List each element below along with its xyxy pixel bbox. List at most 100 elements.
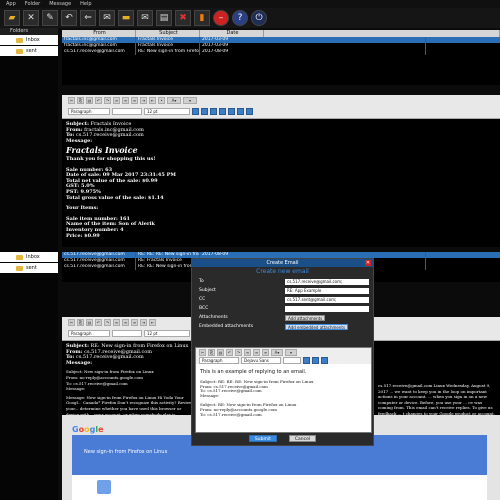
move-icon[interactable]: ▬ <box>118 10 134 26</box>
align-right-icon[interactable]: ≡ <box>131 97 138 104</box>
redo-icon[interactable]: ↷ <box>104 319 111 326</box>
power-icon[interactable]: ⏻ <box>251 10 267 26</box>
paste-icon[interactable]: ▤ <box>86 319 93 326</box>
highlight-icon[interactable]: ▾ <box>183 97 197 104</box>
subject-row: Subject RE: App Example <box>192 286 373 295</box>
copy-icon[interactable]: ⎘ <box>208 348 215 356</box>
cut-icon[interactable]: ✂ <box>68 319 75 326</box>
reply-icon[interactable]: ↶ <box>61 10 77 26</box>
text-color-icon[interactable]: A▾ <box>271 348 283 356</box>
strike-icon[interactable] <box>219 108 226 115</box>
underline-icon[interactable] <box>210 108 217 115</box>
submit-button[interactable]: Submit <box>248 435 277 442</box>
menu-app[interactable]: App <box>6 1 16 7</box>
add-embedded-attachments-button[interactable]: Add embedded attachments <box>285 323 349 330</box>
menu-message[interactable]: Message <box>49 1 71 7</box>
italic-icon[interactable] <box>201 108 208 115</box>
subject-field[interactable]: RE: App Example <box>285 287 369 294</box>
price: Price: $0.99 <box>66 232 100 239</box>
indent-icon[interactable]: ⇥ <box>140 97 147 104</box>
folder-icon <box>16 254 23 260</box>
total-gross: Total gross value of the sale: $1.14 <box>66 194 164 201</box>
superscript-icon[interactable] <box>228 108 235 115</box>
your-items: Your Items: <box>66 205 99 212</box>
outdent-icon[interactable]: ⇤ <box>149 319 156 326</box>
folder-sent-2[interactable]: sent <box>0 263 58 273</box>
font-size-select[interactable]: 12 pt <box>144 108 190 115</box>
cancel-button[interactable]: Cancel <box>288 435 317 442</box>
add-attachments-button[interactable]: Add attachments <box>285 314 326 321</box>
folder-icon <box>16 37 23 43</box>
align-left-icon[interactable]: ≡ <box>113 319 120 326</box>
align-center-icon[interactable]: ≡ <box>253 348 260 356</box>
paragraph-style-select[interactable]: Paragraph <box>199 356 239 364</box>
paste-icon[interactable]: ▤ <box>86 97 93 104</box>
column-date[interactable]: Date <box>200 30 264 37</box>
highlight-icon[interactable]: ▾ <box>285 348 297 356</box>
to-row: To cs.517.receive@gmail.com; <box>192 277 373 286</box>
undo-icon[interactable]: ↶ <box>226 348 233 356</box>
redo-icon[interactable]: ↷ <box>235 348 242 356</box>
column-subject[interactable]: Subject <box>136 30 200 37</box>
paragraph-style-select[interactable]: Paragraph <box>68 330 110 337</box>
folder-open-icon[interactable]: ▰ <box>4 10 20 26</box>
mail-list-header: From Subject Date <box>62 30 500 37</box>
align-right-icon[interactable]: ≡ <box>131 319 138 326</box>
settings-icon[interactable]: ✕ <box>23 10 39 26</box>
italic-icon[interactable] <box>312 356 319 364</box>
quoted-body-right: cs.517.receive@gmail.com Linux Wednesday… <box>378 383 495 415</box>
text-color-icon[interactable]: A▾ <box>167 97 181 104</box>
main-toolbar: ▰ ✕ ✎ ↶ ⇐ ✉ ▬ ✉ ▤ ✖ ▮ – ? ⏻ <box>0 8 500 28</box>
indent-icon[interactable]: ⇥ <box>140 319 147 326</box>
outdent-icon[interactable]: ⇤ <box>149 97 156 104</box>
paragraph-style-select[interactable]: Paragraph <box>68 108 110 115</box>
folder-inbox[interactable]: Inbox <box>0 35 58 45</box>
align-center-icon[interactable]: ≡ <box>122 319 129 326</box>
align-center-icon[interactable]: ≡ <box>122 97 129 104</box>
menu-help[interactable]: Help <box>80 1 91 7</box>
undo-icon[interactable]: ↶ <box>95 97 102 104</box>
font-select[interactable] <box>112 330 142 337</box>
copy-icon[interactable]: ⎘ <box>77 319 84 326</box>
mail-row[interactable]: cs.517.receive@gmail.com RE: New sign-in… <box>62 49 500 55</box>
bcc-field[interactable] <box>285 305 369 312</box>
font-select[interactable]: Dejavu Sans <box>241 356 281 364</box>
cc-field[interactable]: cs.517.sent@gmail.com; <box>285 296 369 303</box>
align-left-icon[interactable]: ≡ <box>113 97 120 104</box>
list-icon[interactable]: • <box>158 97 165 104</box>
forward-icon[interactable]: ✉ <box>99 10 115 26</box>
column-from[interactable]: From <box>62 30 136 37</box>
cut-icon[interactable]: ✂ <box>199 348 206 356</box>
close-icon[interactable]: ✕ <box>365 260 371 266</box>
delete-icon[interactable]: ✖ <box>175 10 191 26</box>
compose-icon[interactable]: ✎ <box>42 10 58 26</box>
folder-inbox-2[interactable]: Inbox <box>0 252 58 262</box>
help-icon[interactable]: ? <box>232 10 248 26</box>
font-size-select[interactable]: 12 pt <box>144 330 190 337</box>
paste-icon[interactable]: ▤ <box>217 348 224 356</box>
attachment-icon[interactable]: ✉ <box>137 10 153 26</box>
undo-icon[interactable]: ↶ <box>95 319 102 326</box>
font-size-select[interactable] <box>283 356 301 364</box>
folder-sent[interactable]: sent <box>0 46 58 56</box>
flag-icon[interactable]: ▮ <box>194 10 210 26</box>
bold-icon[interactable] <box>303 356 310 364</box>
link-icon[interactable] <box>246 108 253 115</box>
message-preview-top: Subject: Fractals Invoice From: fractals… <box>62 119 500 247</box>
underline-icon[interactable] <box>321 356 328 364</box>
align-left-icon[interactable]: ≡ <box>244 348 251 356</box>
stop-icon[interactable]: – <box>213 10 229 26</box>
print-icon[interactable]: ▤ <box>156 10 172 26</box>
cut-icon[interactable]: ✂ <box>68 97 75 104</box>
email-body-editor[interactable]: This is an example of replying to an ema… <box>196 364 371 419</box>
redo-icon[interactable]: ↷ <box>104 97 111 104</box>
menu-folder[interactable]: Folder <box>25 1 40 7</box>
bold-icon[interactable] <box>192 108 199 115</box>
to-field[interactable]: cs.517.receive@gmail.com; <box>285 278 369 285</box>
subscript-icon[interactable] <box>237 108 244 115</box>
font-select[interactable] <box>112 108 142 115</box>
align-right-icon[interactable]: ≡ <box>262 348 269 356</box>
reply-all-icon[interactable]: ⇐ <box>80 10 96 26</box>
menu-bar: App Folder Message Help <box>0 0 500 8</box>
copy-icon[interactable]: ⎘ <box>77 97 84 104</box>
